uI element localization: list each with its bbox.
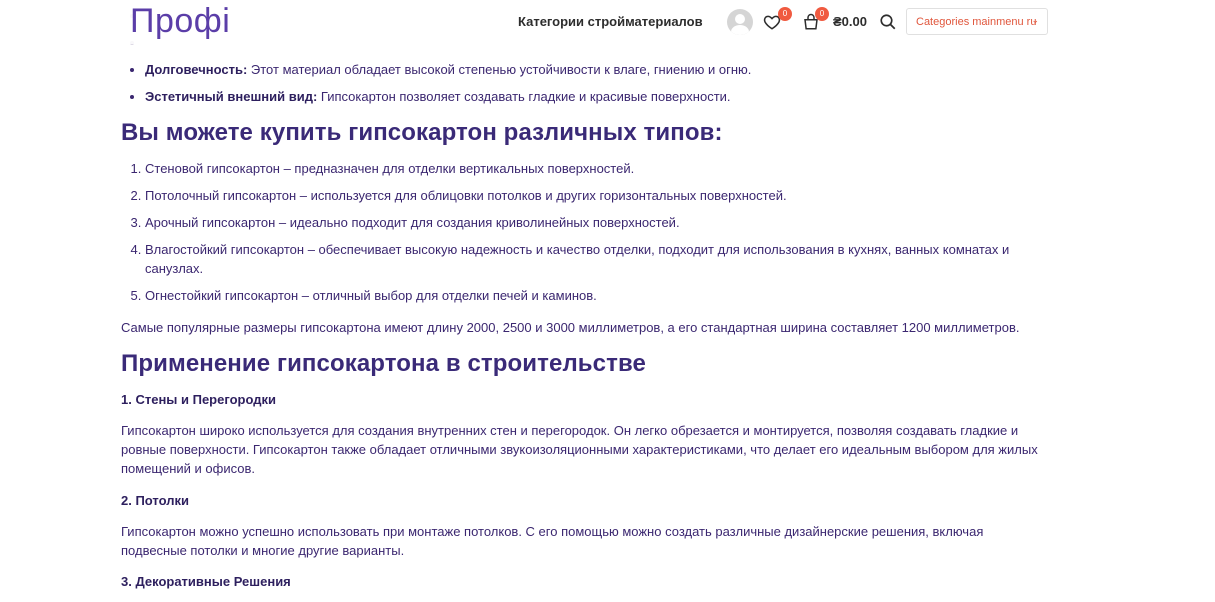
chevron-down-icon: ⌄ (1031, 15, 1039, 25)
section-title: 1. Стены и Перегородки (121, 392, 276, 407)
benefit-text: Этот материал обладает высокой степенью … (247, 62, 752, 77)
nav-categories-link[interactable]: Категории стройматериалов (518, 14, 703, 29)
list-item: Арочный гипсокартон – идеально подходит … (145, 213, 1055, 232)
section-title: 3. Декоративные Решения (121, 574, 291, 589)
usage-heading: Применение гипсокартона в строительстве (121, 350, 646, 377)
list-item: Огнестойкий гипсокартон – отличный выбор… (145, 286, 1055, 305)
list-item: Влагостойкий гипсокартон – обеспечивает … (145, 240, 1055, 278)
wishlist-count-badge: 0 (778, 7, 792, 21)
user-avatar-icon[interactable] (727, 9, 753, 35)
section-title: 2. Потолки (121, 493, 189, 508)
list-item: Стеновой гипсокартон – предназначен для … (145, 159, 1055, 178)
section-text: Гипсокартон широко используется для созд… (121, 423, 1038, 476)
site-logo[interactable]: Профі (130, 2, 230, 41)
benefit-title: Эстетичный внешний вид: (145, 89, 318, 104)
list-item: Потолочный гипсокартон – используется дл… (145, 186, 1055, 205)
cart-count-badge: 0 (815, 7, 829, 21)
list-item: Эстетичный внешний вид: Гипсокартон позв… (145, 87, 751, 106)
sizes-paragraph: Самые популярные размеры гипсокартона им… (121, 320, 1020, 335)
select-label: Categories mainmenu ru (916, 16, 1037, 28)
categories-menu-select[interactable]: Categories mainmenu ru ⌄ (906, 8, 1048, 35)
search-icon[interactable] (879, 13, 897, 31)
cart-total[interactable]: ₴0.00 (833, 14, 867, 29)
list-item: Долговечность: Этот материал обладает вы… (145, 60, 751, 79)
section-text: Гипсокартон можно успешно использовать п… (121, 524, 984, 558)
site-header: Профі Категории стройматериалов 0 0 ₴0.0… (0, 0, 1215, 44)
benefit-title: Долговечность: (145, 62, 248, 77)
types-heading: Вы можете купить гипсокартон различных т… (121, 119, 723, 146)
benefit-text: Гипсокартон позволяет создавать гладкие … (317, 89, 731, 104)
types-list: Стеновой гипсокартон – предназначен для … (121, 159, 1055, 313)
